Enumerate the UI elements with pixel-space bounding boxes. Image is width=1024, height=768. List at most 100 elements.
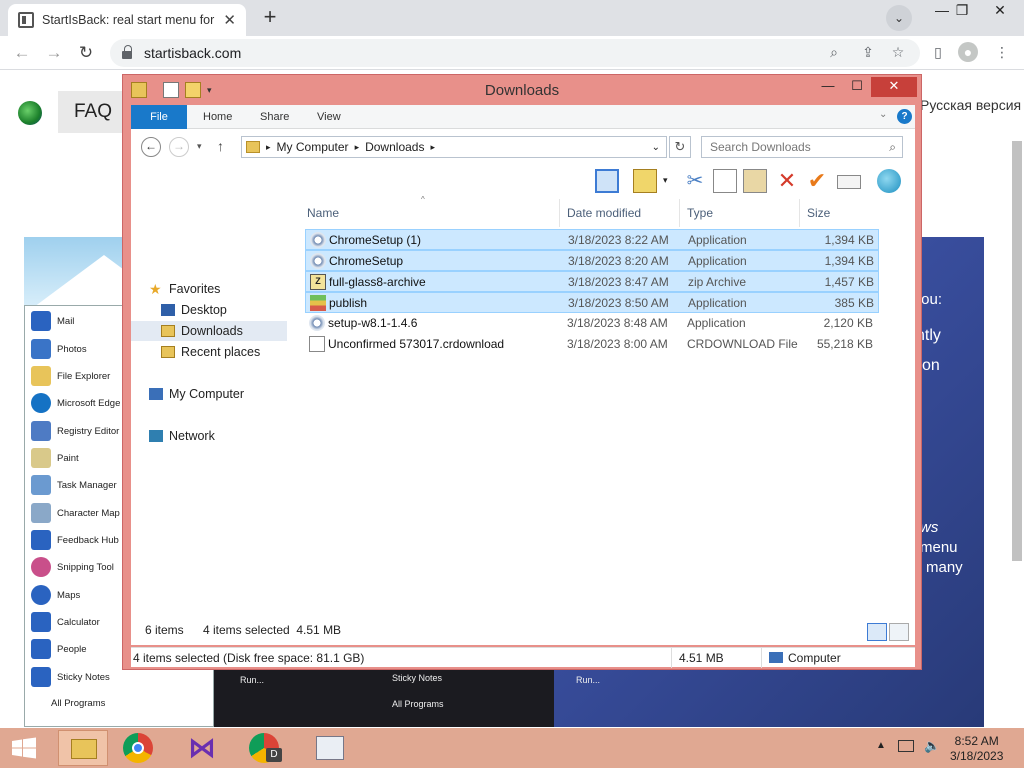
browser-tab[interactable]: StartIsBack: real start menu for W ✕ [8, 4, 246, 36]
taskbar-file-explorer[interactable] [58, 730, 108, 766]
reload-icon[interactable]: ↻ [74, 41, 98, 65]
side-panel-icon[interactable]: ▯ [928, 42, 948, 62]
forward-arrow-icon[interactable]: → [42, 41, 66, 65]
large-icons-view-icon[interactable] [889, 623, 909, 641]
nav-my-computer[interactable]: My Computer [149, 384, 244, 404]
column-separator[interactable] [799, 199, 800, 227]
nav-label: Desktop [181, 303, 227, 317]
browser-maximize-button[interactable]: ❐ [944, 0, 980, 22]
rename-icon[interactable] [837, 175, 861, 189]
expand-ribbon-icon[interactable]: ⌄ [879, 109, 887, 120]
all-programs-label: All Programs [392, 699, 444, 709]
nav-network[interactable]: Network [149, 426, 215, 446]
help-icon[interactable]: ? [897, 109, 912, 124]
clock[interactable]: 8:52 AM 3/18/2023 [950, 734, 1003, 764]
breadcrumb-chevron-icon[interactable]: ▸ [266, 142, 271, 153]
site-favicon-icon [18, 12, 34, 28]
russian-version-link[interactable]: Русская версия [920, 97, 1021, 113]
nav-recent-places[interactable]: Recent places [161, 342, 260, 362]
paste-icon[interactable] [743, 169, 767, 193]
divider [671, 648, 672, 668]
site-logo-icon[interactable] [18, 101, 42, 125]
bookmark-star-icon[interactable]: ☆ [888, 42, 908, 62]
search-input[interactable]: Search Downloads ⌕ [701, 136, 903, 158]
organize-folder-icon[interactable] [633, 169, 657, 193]
file-size: 2,120 KB [823, 316, 873, 330]
file-row[interactable]: Unconfirmed 573017.crdownload 3/18/2023 … [305, 334, 879, 355]
up-arrow-icon[interactable]: ↑ [217, 138, 224, 154]
file-row[interactable]: ChromeSetup (1) 3/18/2023 8:22 AM Applic… [305, 229, 879, 250]
address-breadcrumb[interactable]: ▸ My Computer ▸ Downloads ▸ ⌄ [241, 136, 667, 158]
checkmark-icon[interactable]: ✔ [805, 169, 829, 193]
column-separator[interactable] [679, 199, 680, 227]
breadcrumb-chevron-icon[interactable]: ▸ [355, 142, 360, 153]
tab-share[interactable]: Share [248, 105, 301, 129]
tab-search-button[interactable]: ⌄ [886, 5, 912, 31]
ribbon-tabs: File Home Share View ⌄ ? [131, 105, 915, 129]
forward-arrow-icon[interactable]: → [169, 137, 189, 157]
file-name: setup-w8.1-1.4.6 [328, 316, 418, 330]
nav-desktop[interactable]: Desktop [161, 300, 227, 320]
organize-dropdown-icon[interactable]: ▾ [663, 175, 668, 186]
start-button[interactable] [0, 728, 48, 768]
file-row[interactable]: publish 3/18/2023 8:50 AM Application 38… [305, 292, 879, 313]
preview-pane-icon[interactable] [595, 169, 619, 193]
tab-close-button[interactable]: ✕ [223, 11, 236, 29]
tab-home[interactable]: Home [191, 105, 244, 129]
breadcrumb-chevron-icon[interactable]: ▸ [430, 142, 435, 153]
taskbar-performance-monitor[interactable] [304, 730, 354, 766]
file-row[interactable]: setup-w8.1-1.4.6 3/18/2023 8:48 AM Appli… [305, 313, 879, 334]
page-scrollbar[interactable] [1012, 141, 1022, 561]
column-separator[interactable] [559, 199, 560, 227]
window-title: Downloads [484, 82, 560, 99]
taskbar-visual-studio[interactable]: ⋈ [178, 730, 228, 766]
cut-icon[interactable]: ✂ [683, 169, 707, 193]
details-view-icon[interactable] [867, 623, 887, 641]
column-header-type[interactable]: Type [683, 203, 713, 223]
tab-view[interactable]: View [305, 105, 353, 129]
url-text: startisback.com [144, 45, 242, 61]
file-row[interactable]: Z full-glass8-archive 3/18/2023 8:47 AM … [305, 271, 879, 292]
nav-favorites[interactable]: ★ Favorites [149, 279, 220, 299]
nav-label: Downloads [181, 324, 243, 338]
column-header-date[interactable]: Date modified [563, 203, 641, 223]
search-icon[interactable]: ⌕ [824, 42, 844, 62]
explorer-minimize-button[interactable]: — [813, 77, 843, 97]
taskbar-chrome[interactable] [114, 730, 164, 766]
show-hidden-icons-chevron-icon[interactable]: ▲ [876, 740, 886, 751]
faq-nav-link[interactable]: FAQ [58, 91, 128, 133]
explorer-titlebar[interactable]: ▾ Downloads — ☐ ✕ [123, 75, 921, 105]
new-tab-button[interactable]: + [256, 6, 284, 30]
browser-close-button[interactable]: ✕ [982, 0, 1018, 22]
volume-icon[interactable]: 🔈 [924, 738, 940, 754]
globe-icon[interactable] [877, 169, 901, 193]
back-arrow-icon[interactable]: ← [10, 41, 34, 65]
network-status-icon[interactable] [898, 740, 914, 752]
profile-avatar-icon[interactable]: ● [958, 42, 978, 62]
address-bar[interactable]: startisback.com [110, 39, 920, 67]
recent-locations-icon[interactable]: ▾ [197, 141, 202, 152]
scissors-icon [31, 557, 51, 577]
browser-tab-strip: StartIsBack: real start menu for W ✕ + ⌄… [0, 0, 1024, 36]
column-header-size[interactable]: Size [803, 203, 830, 223]
taskbar-chrome-dev[interactable]: D [240, 730, 290, 766]
explorer-close-button[interactable]: ✕ [871, 77, 917, 97]
item-count: 6 items [145, 623, 184, 637]
address-dropdown-icon[interactable]: ⌄ [652, 142, 660, 153]
copy-icon[interactable] [713, 169, 737, 193]
delete-icon[interactable]: ✕ [775, 169, 799, 193]
file-type: zip Archive [688, 275, 747, 289]
explorer-maximize-button[interactable]: ☐ [843, 77, 871, 97]
hero-text: many [926, 559, 963, 576]
nav-downloads[interactable]: Downloads [131, 321, 287, 341]
file-list: ^ Name Date modified Type Size ChromeSet… [295, 195, 915, 617]
tab-file[interactable]: File [131, 105, 187, 129]
menu-kebab-icon[interactable]: ⋮ [992, 42, 1012, 62]
back-arrow-icon[interactable]: ← [141, 137, 161, 157]
breadcrumb-my-computer[interactable]: My Computer [277, 140, 349, 154]
share-icon[interactable]: ⇪ [858, 42, 878, 62]
refresh-icon[interactable]: ↻ [669, 136, 691, 158]
column-header-name[interactable]: Name [303, 203, 339, 223]
breadcrumb-downloads[interactable]: Downloads [365, 140, 424, 154]
file-row[interactable]: ChromeSetup 3/18/2023 8:20 AM Applicatio… [305, 250, 879, 271]
